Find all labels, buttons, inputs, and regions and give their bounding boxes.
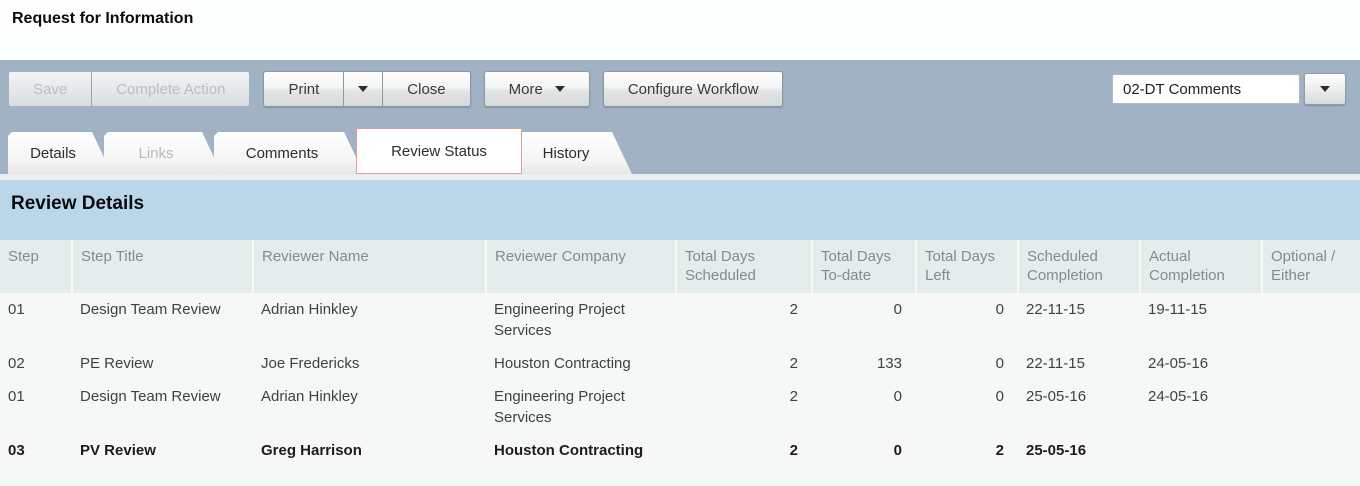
cell-total-days-left: 0 bbox=[916, 380, 1018, 434]
cell-actual-completion: 24-05-16 bbox=[1140, 347, 1262, 380]
cell-step-title: Design Team Review bbox=[72, 380, 253, 434]
cell-scheduled-completion: 22-11-15 bbox=[1018, 293, 1140, 347]
save-button-group: Save Complete Action bbox=[8, 71, 250, 107]
cell-actual-completion: 24-05-16 bbox=[1140, 380, 1262, 434]
cell-reviewer-name: Adrian Hinkley bbox=[253, 293, 486, 347]
cell-scheduled-completion: 25-05-16 bbox=[1018, 434, 1140, 467]
configure-workflow-button[interactable]: Configure Workflow bbox=[604, 72, 783, 106]
column-header-reviewer-company: Reviewer Company bbox=[486, 240, 676, 293]
cell-reviewer-company: Houston Contracting bbox=[486, 434, 676, 467]
page-title: Request for Information bbox=[12, 10, 193, 28]
chevron-down-icon bbox=[358, 86, 368, 92]
cell-actual-completion: 19-11-15 bbox=[1140, 293, 1262, 347]
cell-step-title: PV Review bbox=[72, 434, 253, 467]
cell-scheduled-completion: 25-05-16 bbox=[1018, 380, 1140, 434]
cell-reviewer-name: Greg Harrison bbox=[253, 434, 486, 467]
table-row: 01 Design Team Review Adrian Hinkley Eng… bbox=[0, 380, 1360, 434]
column-header-optional-either: Optional / Either bbox=[1262, 240, 1360, 293]
chevron-down-icon bbox=[1320, 86, 1330, 92]
tab-label: Comments bbox=[246, 145, 319, 162]
cell-optional-either bbox=[1262, 347, 1360, 380]
cell-step-title: PE Review bbox=[72, 347, 253, 380]
print-close-button-group: Print Close bbox=[263, 71, 470, 107]
print-button[interactable]: Print bbox=[264, 72, 343, 106]
more-button-group: More bbox=[484, 71, 590, 107]
cell-reviewer-company: Engineering Project Services bbox=[486, 293, 676, 347]
tab-bar: Details Links Comments Review Status His… bbox=[8, 128, 632, 174]
column-header-total-days-left: Total Days Left bbox=[916, 240, 1018, 293]
tab-history[interactable]: History bbox=[514, 132, 632, 174]
save-button[interactable]: Save bbox=[9, 72, 91, 106]
review-table: Step Step Title Reviewer Name Reviewer C… bbox=[0, 240, 1360, 467]
cell-total-days-scheduled: 2 bbox=[676, 380, 812, 434]
cell-total-days-left: 0 bbox=[916, 293, 1018, 347]
table-row: 01 Design Team Review Adrian Hinkley Eng… bbox=[0, 293, 1360, 347]
tab-label: Details bbox=[30, 145, 76, 162]
toolbar-zone: Save Complete Action Print Close More bbox=[0, 60, 1360, 174]
cell-scheduled-completion: 22-11-15 bbox=[1018, 347, 1140, 380]
cell-reviewer-company: Houston Contracting bbox=[486, 347, 676, 380]
cell-total-days-scheduled: 2 bbox=[676, 347, 812, 380]
tab-label: Review Status bbox=[391, 143, 487, 160]
cell-total-days-scheduled: 2 bbox=[676, 293, 812, 347]
cell-optional-either bbox=[1262, 380, 1360, 434]
cell-total-days-to-date: 0 bbox=[812, 380, 916, 434]
cell-total-days-left: 0 bbox=[916, 347, 1018, 380]
column-header-actual-completion: Actual Completion bbox=[1140, 240, 1262, 293]
column-header-step-title: Step Title bbox=[72, 240, 253, 293]
workflow-step-select: 02-DT Comments bbox=[1112, 74, 1346, 105]
cell-step: 03 bbox=[0, 434, 72, 467]
tab-label: Links bbox=[138, 145, 173, 162]
print-dropdown-button[interactable] bbox=[344, 72, 382, 106]
complete-action-button[interactable]: Complete Action bbox=[92, 72, 249, 106]
workflow-step-select-value[interactable]: 02-DT Comments bbox=[1112, 74, 1300, 104]
cell-optional-either bbox=[1262, 434, 1360, 467]
table-header-row: Step Step Title Reviewer Name Reviewer C… bbox=[0, 240, 1360, 293]
chevron-down-icon bbox=[555, 86, 565, 92]
more-button[interactable]: More bbox=[485, 72, 589, 106]
cell-total-days-to-date: 0 bbox=[812, 434, 916, 467]
cell-reviewer-company: Engineering Project Services bbox=[486, 380, 676, 434]
tab-links[interactable]: Links bbox=[104, 132, 222, 174]
review-table-container: Step Step Title Reviewer Name Reviewer C… bbox=[0, 240, 1360, 486]
close-button[interactable]: Close bbox=[383, 72, 469, 106]
tab-details[interactable]: Details bbox=[8, 132, 112, 174]
rfi-review-screen: Request for Information Save Complete Ac… bbox=[0, 0, 1360, 486]
cell-step: 01 bbox=[0, 380, 72, 434]
section-title: Review Details bbox=[11, 193, 144, 215]
column-header-scheduled-completion: Scheduled Completion bbox=[1018, 240, 1140, 293]
cell-total-days-scheduled: 2 bbox=[676, 434, 812, 467]
cell-total-days-to-date: 133 bbox=[812, 347, 916, 380]
cell-step-title: Design Team Review bbox=[72, 293, 253, 347]
cell-total-days-to-date: 0 bbox=[812, 293, 916, 347]
cell-step: 02 bbox=[0, 347, 72, 380]
column-header-reviewer-name: Reviewer Name bbox=[253, 240, 486, 293]
workflow-step-select-arrow-button[interactable] bbox=[1304, 73, 1346, 105]
cell-reviewer-name: Joe Fredericks bbox=[253, 347, 486, 380]
cell-optional-either bbox=[1262, 293, 1360, 347]
tab-label: History bbox=[543, 145, 590, 162]
configure-workflow-button-group: Configure Workflow bbox=[603, 71, 784, 107]
review-details-band: Review Details bbox=[0, 180, 1360, 240]
cell-actual-completion bbox=[1140, 434, 1262, 467]
column-header-total-days-to-date: Total Days To-date bbox=[812, 240, 916, 293]
tab-review-status[interactable]: Review Status bbox=[356, 128, 522, 174]
cell-reviewer-name: Adrian Hinkley bbox=[253, 380, 486, 434]
table-row-current-step: 03 PV Review Greg Harrison Houston Contr… bbox=[0, 434, 1360, 467]
column-header-total-days-scheduled: Total Days Scheduled bbox=[676, 240, 812, 293]
title-bar: Request for Information bbox=[0, 0, 1360, 60]
cell-step: 01 bbox=[0, 293, 72, 347]
table-row: 02 PE Review Joe Fredericks Houston Cont… bbox=[0, 347, 1360, 380]
tab-comments[interactable]: Comments bbox=[214, 132, 364, 174]
more-button-label: More bbox=[509, 81, 543, 98]
cell-total-days-left: 2 bbox=[916, 434, 1018, 467]
column-header-step: Step bbox=[0, 240, 72, 293]
